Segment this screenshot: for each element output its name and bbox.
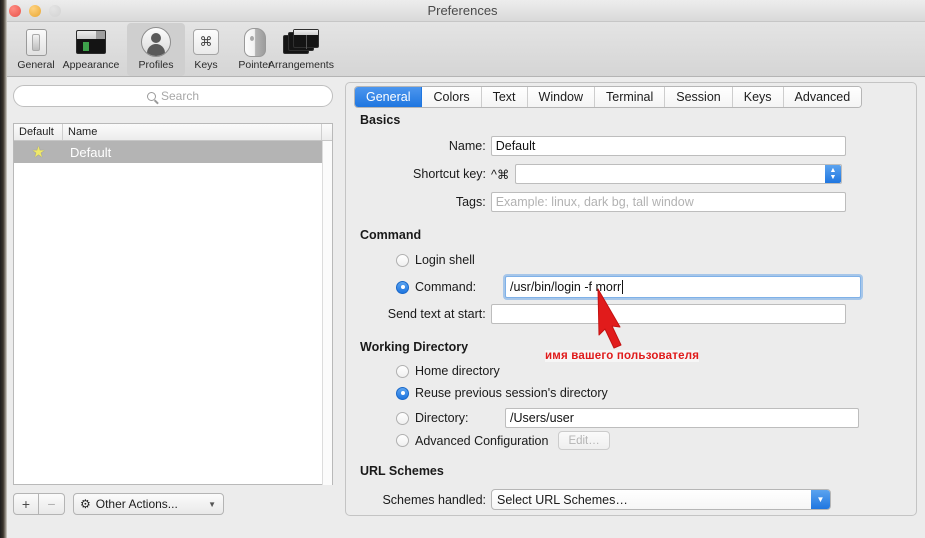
section-title-url-schemes: URL Schemes <box>360 464 444 478</box>
toolbar-label-appearance: Appearance <box>62 59 120 71</box>
command-radio[interactable] <box>396 280 409 294</box>
row-schemes-handled: Schemes handled: Select URL Schemes… ▼ <box>346 489 896 510</box>
home-directory-label: Home directory <box>415 364 500 378</box>
toolbar: General Appearance Profiles ⌘ Keys Point… <box>0 22 925 77</box>
chevron-down-icon: ▼ <box>208 499 216 509</box>
column-header-name[interactable]: Name <box>63 124 322 140</box>
login-shell-radio[interactable] <box>396 253 409 267</box>
name-label: Name: <box>448 139 486 153</box>
reuse-directory-label: Reuse previous session's directory <box>415 386 608 400</box>
send-text-field[interactable] <box>490 304 846 324</box>
toolbar-label-general: General <box>17 59 55 71</box>
toolbar-item-arrangements[interactable]: Arrangements <box>259 23 343 76</box>
tab-window[interactable]: Window <box>527 87 596 107</box>
search-placeholder: Search <box>160 89 200 103</box>
profiles-list-header: Default Name <box>14 124 332 141</box>
list-item-label: Default <box>70 144 112 160</box>
tab-general[interactable]: General <box>355 87 423 107</box>
edit-button: Edit… <box>558 431 610 450</box>
radio-login-shell[interactable]: Login shell <box>396 253 475 267</box>
chevron-up-icon: ▲ <box>829 167 837 174</box>
remove-profile-button[interactable]: − <box>39 493 65 515</box>
toolbar-item-appearance[interactable]: Appearance <box>55 23 127 76</box>
window-title: Preferences <box>427 3 498 18</box>
home-directory-radio[interactable] <box>396 364 409 378</box>
annotation-text: имя вашего пользователя <box>545 350 700 362</box>
preferences-window: Preferences General Appearance Profiles … <box>0 0 925 538</box>
directory-label: Directory: <box>415 411 469 425</box>
section-title-basics: Basics <box>360 113 401 127</box>
toggle-switch-icon <box>25 26 47 58</box>
row-shortcut-key: Shortcut key: ^⌘ ▲ ▼ <box>346 164 866 184</box>
search-icon <box>146 91 156 101</box>
list-item[interactable]: ★ Default <box>14 141 332 163</box>
profiles-list: Default Name ★ Default <box>13 123 333 485</box>
tab-terminal[interactable]: Terminal <box>595 87 666 107</box>
tags-field[interactable]: Example: linux, dark bg, tall window <box>490 192 846 212</box>
row-advanced-config: Advanced Configuration Edit… <box>396 431 610 450</box>
search-input[interactable]: Search <box>13 85 333 107</box>
tab-bar: General Colors Text Window Terminal Sess… <box>354 86 863 108</box>
tags-label: Tags: <box>455 195 486 209</box>
shortcut-modifier-glyphs: ^⌘ <box>491 167 510 182</box>
default-star-icon[interactable]: ★ <box>14 143 63 161</box>
advanced-configuration-radio[interactable] <box>396 434 409 447</box>
other-actions-label: Other Actions... <box>95 497 178 511</box>
shortcut-key-stepper[interactable]: ▲ ▼ <box>825 165 841 183</box>
toolbar-item-keys[interactable]: ⌘ Keys <box>185 23 227 76</box>
gear-icon: ⚙ <box>80 497 91 511</box>
row-name: Name: Default <box>346 136 846 156</box>
row-directory: Directory: /Users/user <box>396 408 906 428</box>
screen-edge-strip <box>0 0 7 538</box>
chevron-down-icon: ▼ <box>811 490 830 509</box>
login-shell-label: Login shell <box>415 253 475 267</box>
profiles-list-body: ★ Default <box>14 141 332 163</box>
other-actions-dropdown[interactable]: ⚙ Other Actions... ▼ <box>73 493 224 515</box>
toolbar-label-profiles: Profiles <box>138 59 174 71</box>
shortcut-key-label: Shortcut key: <box>413 167 486 181</box>
profiles-sidebar: Search Default Name ★ Default + − ⚙ Othe… <box>8 85 338 515</box>
person-silhouette-icon <box>141 26 171 58</box>
send-text-label: Send text at start: <box>387 307 486 321</box>
section-title-command: Command <box>360 228 422 242</box>
profiles-list-scrollbar[interactable] <box>322 141 332 485</box>
command-field[interactable]: /usr/bin/login -f morr <box>505 276 861 298</box>
section-title-working-directory: Working Directory <box>360 340 469 354</box>
red-arrow-icon <box>590 283 650 360</box>
toolbar-item-profiles[interactable]: Profiles <box>127 23 185 76</box>
advanced-configuration-label: Advanced Configuration <box>415 433 549 448</box>
directory-radio[interactable] <box>396 411 409 425</box>
radio-reuse-directory[interactable]: Reuse previous session's directory <box>396 386 608 400</box>
stacked-windows-icon <box>283 26 319 58</box>
schemes-handled-value: Select URL Schemes… <box>497 492 628 507</box>
command-key-icon: ⌘ <box>193 26 219 58</box>
command-label: Command: <box>415 280 477 294</box>
schemes-handled-dropdown[interactable]: Select URL Schemes… ▼ <box>491 489 831 510</box>
window-appearance-icon <box>76 26 106 58</box>
chevron-down-icon: ▼ <box>829 174 837 181</box>
tab-session[interactable]: Session <box>665 87 733 107</box>
row-command: Command: /usr/bin/login -f morr <box>396 276 906 298</box>
toolbar-label-arrangements: Arrangements <box>268 59 334 71</box>
tab-colors[interactable]: Colors <box>422 87 482 107</box>
tab-advanced[interactable]: Advanced <box>783 87 862 107</box>
tab-keys[interactable]: Keys <box>732 87 784 107</box>
radio-home-directory[interactable]: Home directory <box>396 364 500 378</box>
column-header-default[interactable]: Default <box>14 124 63 140</box>
toolbar-label-keys: Keys <box>194 59 218 71</box>
directory-field[interactable]: /Users/user <box>505 408 859 428</box>
column-header-spacer <box>322 124 332 140</box>
add-profile-button[interactable]: + <box>13 493 39 515</box>
row-tags: Tags: Example: linux, dark bg, tall wind… <box>346 192 846 212</box>
sidebar-footer: + − ⚙ Other Actions... ▼ <box>13 493 224 515</box>
title-bar: Preferences <box>0 0 925 22</box>
schemes-handled-label: Schemes handled: <box>382 492 486 507</box>
name-field[interactable]: Default <box>490 136 846 156</box>
shortcut-key-field[interactable]: ▲ ▼ <box>515 164 842 184</box>
reuse-directory-radio[interactable] <box>396 386 409 400</box>
tab-text[interactable]: Text <box>481 87 528 107</box>
